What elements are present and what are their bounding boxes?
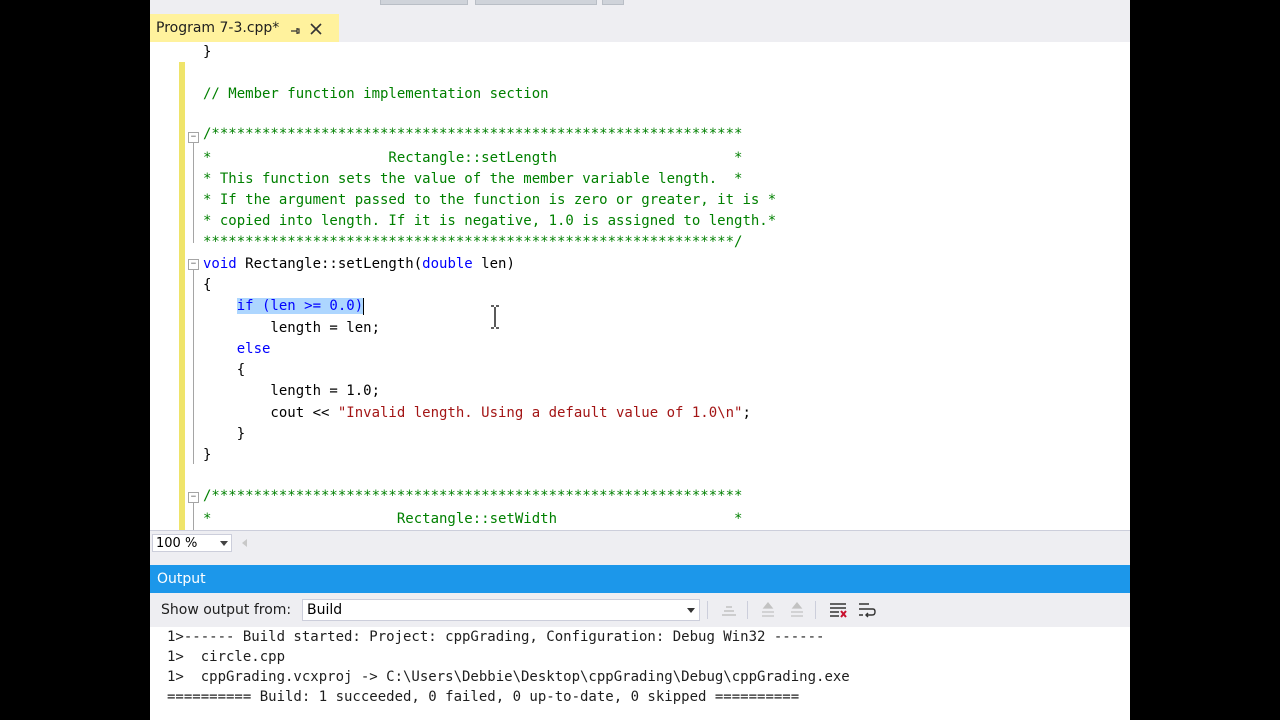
code-line: { xyxy=(203,362,246,378)
output-panel-title: Output xyxy=(150,565,1130,593)
document-tab-row: Program 7-3.cpp* xyxy=(150,14,1130,42)
clear-all-icon[interactable] xyxy=(828,600,848,620)
toolbar-separator xyxy=(747,601,748,619)
output-line: ========== Build: 1 succeeded, 0 failed,… xyxy=(167,689,800,705)
toolbar-dropdown-1[interactable] xyxy=(380,0,468,5)
fold-toggle-comment-2[interactable]: − xyxy=(188,492,199,503)
output-text-area[interactable]: 1>------ Build started: Project: cppGrad… xyxy=(150,627,1130,720)
show-output-from-label: Show output from: xyxy=(161,602,292,618)
fold-guide xyxy=(193,503,194,530)
fold-guide xyxy=(193,143,194,243)
tab-title: Program 7-3.cpp* xyxy=(156,20,280,36)
next-message-icon[interactable] xyxy=(787,600,807,620)
toggle-word-wrap-icon[interactable] xyxy=(857,600,877,620)
code-line: length = 1.0; xyxy=(203,383,381,399)
previous-message-icon[interactable] xyxy=(758,600,778,620)
output-line: 1> cppGrading.vcxproj -> C:\Users\Debbie… xyxy=(167,669,850,685)
find-message-in-code-icon[interactable] xyxy=(719,600,739,620)
zoom-level-value: 100 % xyxy=(156,536,198,551)
code-line: { xyxy=(203,277,212,293)
code-line: * Rectangle::setLength * xyxy=(203,150,743,166)
output-line: 1> circle.cpp xyxy=(167,649,286,665)
code-line: if (len >= 0.0) xyxy=(203,296,365,317)
pin-icon[interactable] xyxy=(289,22,301,34)
output-source-select[interactable]: Build xyxy=(302,599,700,621)
selected-text: if (len >= 0.0) xyxy=(236,298,364,314)
output-panel: Output Show output from: Build 1>------ … xyxy=(150,565,1130,720)
code-line: cout << "Invalid length. Using a default… xyxy=(203,405,751,421)
chevron-down-icon xyxy=(220,541,228,546)
code-editor[interactable]: − − − } // Member function implementatio… xyxy=(150,42,1130,530)
code-line: else xyxy=(236,341,271,357)
code-line: // Member function implementation sectio… xyxy=(203,86,549,102)
toolbar-dropdown-3[interactable] xyxy=(602,0,624,5)
code-line: } xyxy=(203,447,212,463)
fold-guide xyxy=(193,270,194,464)
toolbar-separator xyxy=(707,601,708,619)
chevron-down-icon xyxy=(687,608,695,613)
text-caret xyxy=(363,297,365,315)
code-line: } xyxy=(203,44,212,60)
panel-splitter[interactable] xyxy=(150,555,1130,565)
code-line: * Rectangle::setWidth * xyxy=(203,511,743,527)
toolbar-dropdown-2[interactable] xyxy=(475,0,597,5)
scroll-left-icon[interactable] xyxy=(242,539,247,547)
output-line: 1>------ Build started: Project: cppGrad… xyxy=(167,629,825,645)
editor-status-bar: 100 % xyxy=(150,530,1130,555)
tab-program-7-3[interactable]: Program 7-3.cpp* xyxy=(150,14,339,42)
zoom-level-select[interactable]: 100 % xyxy=(152,534,232,552)
visual-studio-window: Program 7-3.cpp* − − − } // Member funct… xyxy=(150,0,1130,720)
close-icon[interactable] xyxy=(309,21,323,35)
code-line: } xyxy=(203,426,246,442)
fold-toggle-comment[interactable]: − xyxy=(188,132,199,143)
code-line: /***************************************… xyxy=(203,488,743,504)
code-line: * copied into length. If it is negative,… xyxy=(203,213,777,229)
top-toolbar-strip xyxy=(150,0,1130,14)
fold-toggle-function[interactable]: − xyxy=(188,259,199,270)
code-line: ****************************************… xyxy=(203,234,743,250)
code-line: * This function sets the value of the me… xyxy=(203,171,743,187)
toolbar-separator xyxy=(815,601,816,619)
code-line: void Rectangle::setLength(double len) xyxy=(203,256,515,272)
change-tracking-bar xyxy=(179,62,185,530)
code-line: * If the argument passed to the function… xyxy=(203,192,777,208)
code-line: /***************************************… xyxy=(203,126,743,142)
mouse-ibeam-cursor-icon xyxy=(490,305,500,329)
code-line: length = len; xyxy=(203,320,381,336)
output-source-value: Build xyxy=(307,602,343,618)
